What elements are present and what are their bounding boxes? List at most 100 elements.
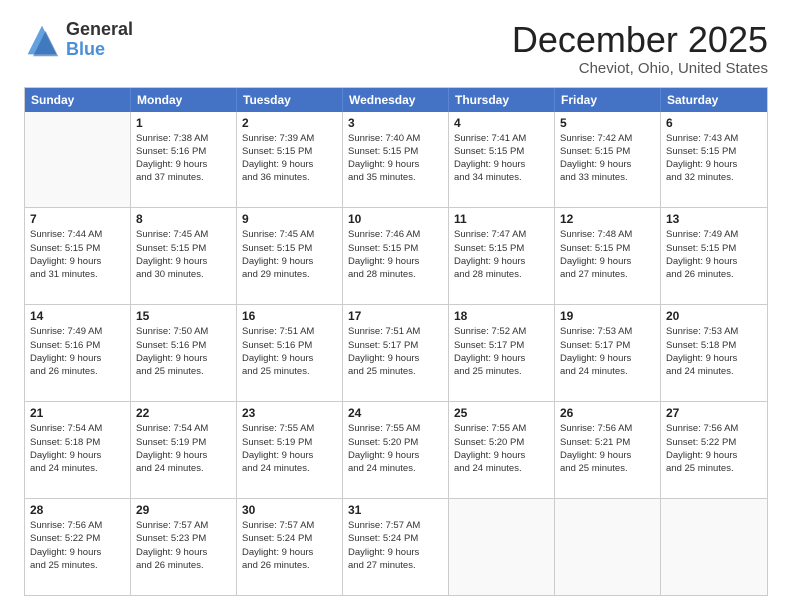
- cal-week: 28 Sunrise: 7:56 AM Sunset: 5:22 PM Dayli…: [25, 499, 767, 595]
- day-info: Sunrise: 7:51 AM Sunset: 5:16 PM Dayligh…: [242, 325, 337, 378]
- cal-cell: 31 Sunrise: 7:57 AM Sunset: 5:24 PM Dayli…: [343, 499, 449, 595]
- main-title: December 2025: [512, 20, 768, 60]
- header: General Blue December 2025 Cheviot, Ohio…: [24, 20, 768, 77]
- cal-cell: 8 Sunrise: 7:45 AM Sunset: 5:15 PM Daylig…: [131, 208, 237, 304]
- cal-cell: 13 Sunrise: 7:49 AM Sunset: 5:15 PM Dayli…: [661, 208, 767, 304]
- page: General Blue December 2025 Cheviot, Ohio…: [0, 0, 792, 612]
- cal-header-cell: Wednesday: [343, 88, 449, 112]
- logo-icon: [24, 22, 60, 58]
- day-info: Sunrise: 7:39 AM Sunset: 5:15 PM Dayligh…: [242, 132, 337, 185]
- cal-cell: [25, 112, 131, 208]
- cal-cell: 26 Sunrise: 7:56 AM Sunset: 5:21 PM Dayli…: [555, 402, 661, 498]
- cal-cell: [555, 499, 661, 595]
- cal-cell: 9Sunrise: 7:45 AM Sunset: 5:15 PM Daylig…: [237, 208, 343, 304]
- cal-header-cell: Tuesday: [237, 88, 343, 112]
- day-info: Sunrise: 7:51 AM Sunset: 5:17 PM Dayligh…: [348, 325, 443, 378]
- cal-cell: 17 Sunrise: 7:51 AM Sunset: 5:17 PM Dayli…: [343, 305, 449, 401]
- day-info: Sunrise: 7:57 AM Sunset: 5:24 PM Dayligh…: [348, 519, 443, 572]
- cal-cell: [661, 499, 767, 595]
- day-number: 1: [136, 116, 231, 130]
- day-number: 3: [348, 116, 443, 130]
- cal-cell: 7Sunrise: 7:44 AM Sunset: 5:15 PM Daylig…: [25, 208, 131, 304]
- cal-cell: 19Sunrise: 7:53 AM Sunset: 5:17 PM Dayli…: [555, 305, 661, 401]
- cal-week: 1 Sunrise: 7:38 AM Sunset: 5:16 PM Daylig…: [25, 112, 767, 209]
- day-number: 13: [666, 212, 762, 226]
- cal-cell: 18Sunrise: 7:52 AM Sunset: 5:17 PM Dayli…: [449, 305, 555, 401]
- subtitle: Cheviot, Ohio, United States: [512, 60, 768, 77]
- day-number: 31: [348, 503, 443, 517]
- day-info: Sunrise: 7:53 AM Sunset: 5:18 PM Dayligh…: [666, 325, 762, 378]
- title-block: December 2025 Cheviot, Ohio, United Stat…: [512, 20, 768, 77]
- cal-cell: 16 Sunrise: 7:51 AM Sunset: 5:16 PM Dayli…: [237, 305, 343, 401]
- day-number: 16: [242, 309, 337, 323]
- day-info: Sunrise: 7:57 AM Sunset: 5:24 PM Dayligh…: [242, 519, 337, 572]
- cal-header-cell: Thursday: [449, 88, 555, 112]
- day-info: Sunrise: 7:42 AM Sunset: 5:15 PM Dayligh…: [560, 132, 655, 185]
- day-number: 9: [242, 212, 337, 226]
- day-number: 5: [560, 116, 655, 130]
- logo-blue-text: Blue: [66, 40, 133, 60]
- logo-text: General Blue: [66, 20, 133, 60]
- cal-cell: 10Sunrise: 7:46 AM Sunset: 5:15 PM Dayli…: [343, 208, 449, 304]
- cal-cell: 24Sunrise: 7:55 AM Sunset: 5:20 PM Dayli…: [343, 402, 449, 498]
- day-number: 19: [560, 309, 655, 323]
- cal-cell: 14 Sunrise: 7:49 AM Sunset: 5:16 PM Dayli…: [25, 305, 131, 401]
- cal-cell: 2 Sunrise: 7:39 AM Sunset: 5:15 PM Daylig…: [237, 112, 343, 208]
- cal-cell: 21Sunrise: 7:54 AM Sunset: 5:18 PM Dayli…: [25, 402, 131, 498]
- cal-cell: 11 Sunrise: 7:47 AM Sunset: 5:15 PM Dayli…: [449, 208, 555, 304]
- cal-cell: 5 Sunrise: 7:42 AM Sunset: 5:15 PM Daylig…: [555, 112, 661, 208]
- day-number: 15: [136, 309, 231, 323]
- day-number: 11: [454, 212, 549, 226]
- day-number: 12: [560, 212, 655, 226]
- logo-general-text: General: [66, 20, 133, 40]
- cal-cell: 12 Sunrise: 7:48 AM Sunset: 5:15 PM Dayli…: [555, 208, 661, 304]
- cal-cell: [449, 499, 555, 595]
- day-number: 7: [30, 212, 125, 226]
- cal-cell: 3 Sunrise: 7:40 AM Sunset: 5:15 PM Daylig…: [343, 112, 449, 208]
- cal-header-cell: Saturday: [661, 88, 767, 112]
- day-number: 24: [348, 406, 443, 420]
- logo: General Blue: [24, 20, 133, 60]
- day-info: Sunrise: 7:56 AM Sunset: 5:22 PM Dayligh…: [30, 519, 125, 572]
- day-info: Sunrise: 7:47 AM Sunset: 5:15 PM Dayligh…: [454, 228, 549, 281]
- cal-cell: 23Sunrise: 7:55 AM Sunset: 5:19 PM Dayli…: [237, 402, 343, 498]
- cal-week: 14 Sunrise: 7:49 AM Sunset: 5:16 PM Dayli…: [25, 305, 767, 402]
- day-number: 21: [30, 406, 125, 420]
- cal-cell: 15Sunrise: 7:50 AM Sunset: 5:16 PM Dayli…: [131, 305, 237, 401]
- day-number: 26: [560, 406, 655, 420]
- cal-header-cell: Monday: [131, 88, 237, 112]
- calendar-header: SundayMondayTuesdayWednesdayThursdayFrid…: [25, 88, 767, 112]
- day-number: 25: [454, 406, 549, 420]
- day-number: 29: [136, 503, 231, 517]
- day-number: 18: [454, 309, 549, 323]
- cal-cell: 30 Sunrise: 7:57 AM Sunset: 5:24 PM Dayli…: [237, 499, 343, 595]
- day-info: Sunrise: 7:49 AM Sunset: 5:16 PM Dayligh…: [30, 325, 125, 378]
- day-info: Sunrise: 7:55 AM Sunset: 5:20 PM Dayligh…: [454, 422, 549, 475]
- cal-header-cell: Friday: [555, 88, 661, 112]
- cal-cell: 22Sunrise: 7:54 AM Sunset: 5:19 PM Dayli…: [131, 402, 237, 498]
- day-info: Sunrise: 7:45 AM Sunset: 5:15 PM Dayligh…: [136, 228, 231, 281]
- day-info: Sunrise: 7:43 AM Sunset: 5:15 PM Dayligh…: [666, 132, 762, 185]
- cal-cell: 20 Sunrise: 7:53 AM Sunset: 5:18 PM Dayli…: [661, 305, 767, 401]
- cal-cell: 1 Sunrise: 7:38 AM Sunset: 5:16 PM Daylig…: [131, 112, 237, 208]
- day-number: 14: [30, 309, 125, 323]
- day-info: Sunrise: 7:48 AM Sunset: 5:15 PM Dayligh…: [560, 228, 655, 281]
- day-number: 10: [348, 212, 443, 226]
- day-info: Sunrise: 7:56 AM Sunset: 5:22 PM Dayligh…: [666, 422, 762, 475]
- cal-header-cell: Sunday: [25, 88, 131, 112]
- day-number: 6: [666, 116, 762, 130]
- calendar-body: 1 Sunrise: 7:38 AM Sunset: 5:16 PM Daylig…: [25, 112, 767, 595]
- day-number: 22: [136, 406, 231, 420]
- day-number: 20: [666, 309, 762, 323]
- day-number: 30: [242, 503, 337, 517]
- cal-cell: 6 Sunrise: 7:43 AM Sunset: 5:15 PM Daylig…: [661, 112, 767, 208]
- day-info: Sunrise: 7:49 AM Sunset: 5:15 PM Dayligh…: [666, 228, 762, 281]
- day-info: Sunrise: 7:56 AM Sunset: 5:21 PM Dayligh…: [560, 422, 655, 475]
- day-number: 28: [30, 503, 125, 517]
- day-number: 8: [136, 212, 231, 226]
- day-info: Sunrise: 7:38 AM Sunset: 5:16 PM Dayligh…: [136, 132, 231, 185]
- day-info: Sunrise: 7:40 AM Sunset: 5:15 PM Dayligh…: [348, 132, 443, 185]
- day-number: 27: [666, 406, 762, 420]
- day-number: 17: [348, 309, 443, 323]
- day-number: 2: [242, 116, 337, 130]
